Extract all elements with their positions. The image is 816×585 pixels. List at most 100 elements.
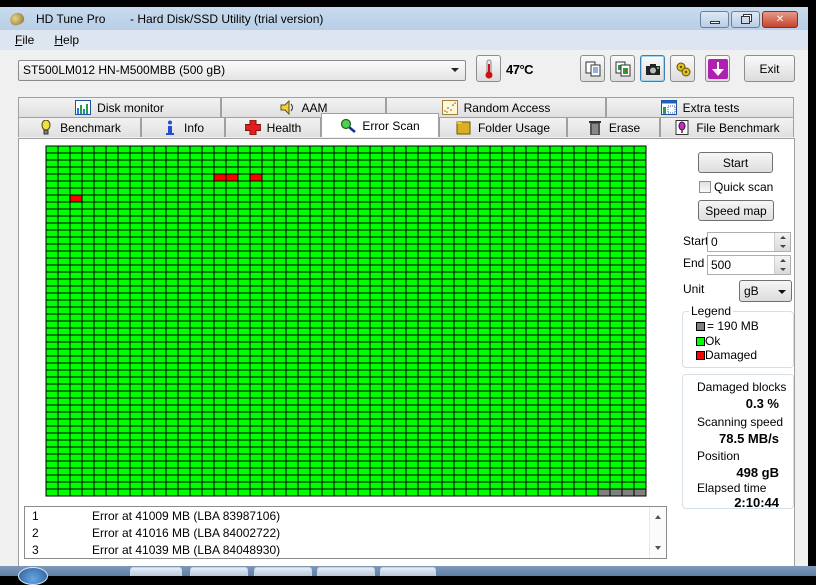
scan-block-ok [57, 488, 71, 497]
scan-block-ok [453, 425, 467, 434]
taskbar-button[interactable] [317, 567, 375, 576]
tab-error-scan[interactable]: Error Scan [321, 113, 439, 137]
scan-block-ok [513, 306, 527, 315]
minimize-button[interactable] [700, 11, 729, 28]
start-spinner-icon[interactable] [774, 233, 790, 251]
tab-erase[interactable]: Erase [567, 117, 660, 137]
scan-block-ok [597, 152, 611, 161]
scan-block-ok [225, 215, 239, 224]
end-field[interactable]: 500 [707, 255, 791, 275]
scan-block-ok [225, 222, 239, 231]
error-log-list[interactable]: 1 Error at 41009 MB (LBA 83987106) 2 Err… [24, 506, 667, 559]
scan-block-ok [441, 201, 455, 210]
scan-block-ok [429, 173, 443, 182]
tab-health[interactable]: Health [225, 117, 321, 137]
menu-file[interactable]: File [15, 33, 34, 47]
scan-block-ok [309, 229, 323, 238]
unit-select[interactable]: gB [739, 280, 792, 302]
drive-select[interactable]: ST500LM012 HN-M500MBB (500 gB) [18, 60, 466, 81]
tab-file-benchmark[interactable]: File Benchmark [660, 117, 794, 137]
scroll-down-icon[interactable] [655, 546, 661, 550]
scan-block-ok [537, 488, 551, 497]
tab-disk-monitor[interactable]: Disk monitor [18, 97, 221, 117]
scan-block-ok [501, 376, 515, 385]
end-spinner-icon[interactable] [774, 256, 790, 274]
start-field[interactable]: 0 [707, 232, 791, 252]
taskbar-button[interactable] [130, 567, 182, 576]
scan-block-ok [201, 187, 215, 196]
scan-block-ok [561, 194, 575, 203]
copy-screenshot-button[interactable] [610, 55, 635, 82]
start-orb-icon[interactable] [18, 567, 48, 585]
scan-block-ok [117, 250, 131, 259]
tab-file-benchmark-label: File Benchmark [696, 120, 780, 135]
scan-block-ok [369, 306, 383, 315]
scan-block-ok [513, 439, 527, 448]
scan-block-ok [585, 474, 599, 483]
scan-block-ok [177, 397, 191, 406]
scan-block-ok [621, 432, 635, 441]
scan-block-ok [333, 425, 347, 434]
scan-block-ok [501, 222, 515, 231]
scan-map [45, 145, 647, 497]
scan-block-ok [597, 264, 611, 273]
tab-benchmark[interactable]: Benchmark [18, 117, 141, 137]
start-scan-label: Start [722, 155, 749, 170]
scan-block-ok [501, 201, 515, 210]
scan-block-ok [489, 369, 503, 378]
scan-block-ok [309, 173, 323, 182]
scroll-up-icon[interactable] [655, 515, 661, 519]
scan-block-ok [405, 152, 419, 161]
scan-block-ok [561, 453, 575, 462]
scan-block-ok [405, 194, 419, 203]
scan-block-ok [165, 348, 179, 357]
start-scan-button[interactable]: Start [698, 152, 773, 173]
quick-scan-checkbox[interactable] [699, 181, 711, 193]
scan-block-ok [297, 369, 311, 378]
scan-block-pending [633, 488, 647, 497]
scan-block-ok [141, 320, 155, 329]
scan-block-ok [429, 215, 443, 224]
scan-block-ok [129, 208, 143, 217]
scan-block-ok [441, 362, 455, 371]
options-button[interactable] [670, 55, 695, 82]
scan-block-ok [369, 152, 383, 161]
scan-block-ok [69, 327, 83, 336]
scan-block-ok [549, 320, 563, 329]
scan-block-ok [261, 145, 275, 154]
temperature-button[interactable] [476, 55, 501, 82]
copy-text-button[interactable] [580, 55, 605, 82]
scan-block-ok [441, 390, 455, 399]
exit-button[interactable]: Exit [744, 55, 795, 82]
scan-block-ok [357, 369, 371, 378]
scan-block-ok [321, 453, 335, 462]
taskbar-button[interactable] [254, 567, 312, 576]
scan-block-ok [633, 180, 647, 189]
save-download-button[interactable] [705, 55, 730, 82]
taskbar-button[interactable] [380, 567, 436, 576]
scan-block-ok [297, 425, 311, 434]
scan-block-ok [297, 404, 311, 413]
screenshot-button[interactable] [640, 55, 665, 82]
scan-block-ok [333, 411, 347, 420]
scan-block-ok [141, 271, 155, 280]
scan-block-ok [429, 362, 443, 371]
speed-map-button[interactable]: Speed map [698, 200, 774, 221]
tab-info[interactable]: Info [141, 117, 225, 137]
menu-help[interactable]: Help [54, 33, 79, 47]
scan-block-ok [489, 418, 503, 427]
scan-block-ok [633, 446, 647, 455]
tab-extra-tests[interactable]: Extra tests [606, 97, 794, 117]
tab-folder-usage[interactable]: Folder Usage [439, 117, 567, 137]
scan-block-ok [321, 180, 335, 189]
restore-button[interactable] [731, 11, 760, 28]
taskbar-button[interactable] [190, 567, 248, 576]
scan-block-ok [453, 236, 467, 245]
error-log-scrollbar[interactable] [649, 507, 666, 558]
scan-block-ok [633, 390, 647, 399]
scan-block-ok [489, 292, 503, 301]
scan-block-ok [105, 236, 119, 245]
scan-block-ok [213, 313, 227, 322]
close-button[interactable]: ✕ [762, 11, 798, 28]
scan-block-ok [597, 229, 611, 238]
